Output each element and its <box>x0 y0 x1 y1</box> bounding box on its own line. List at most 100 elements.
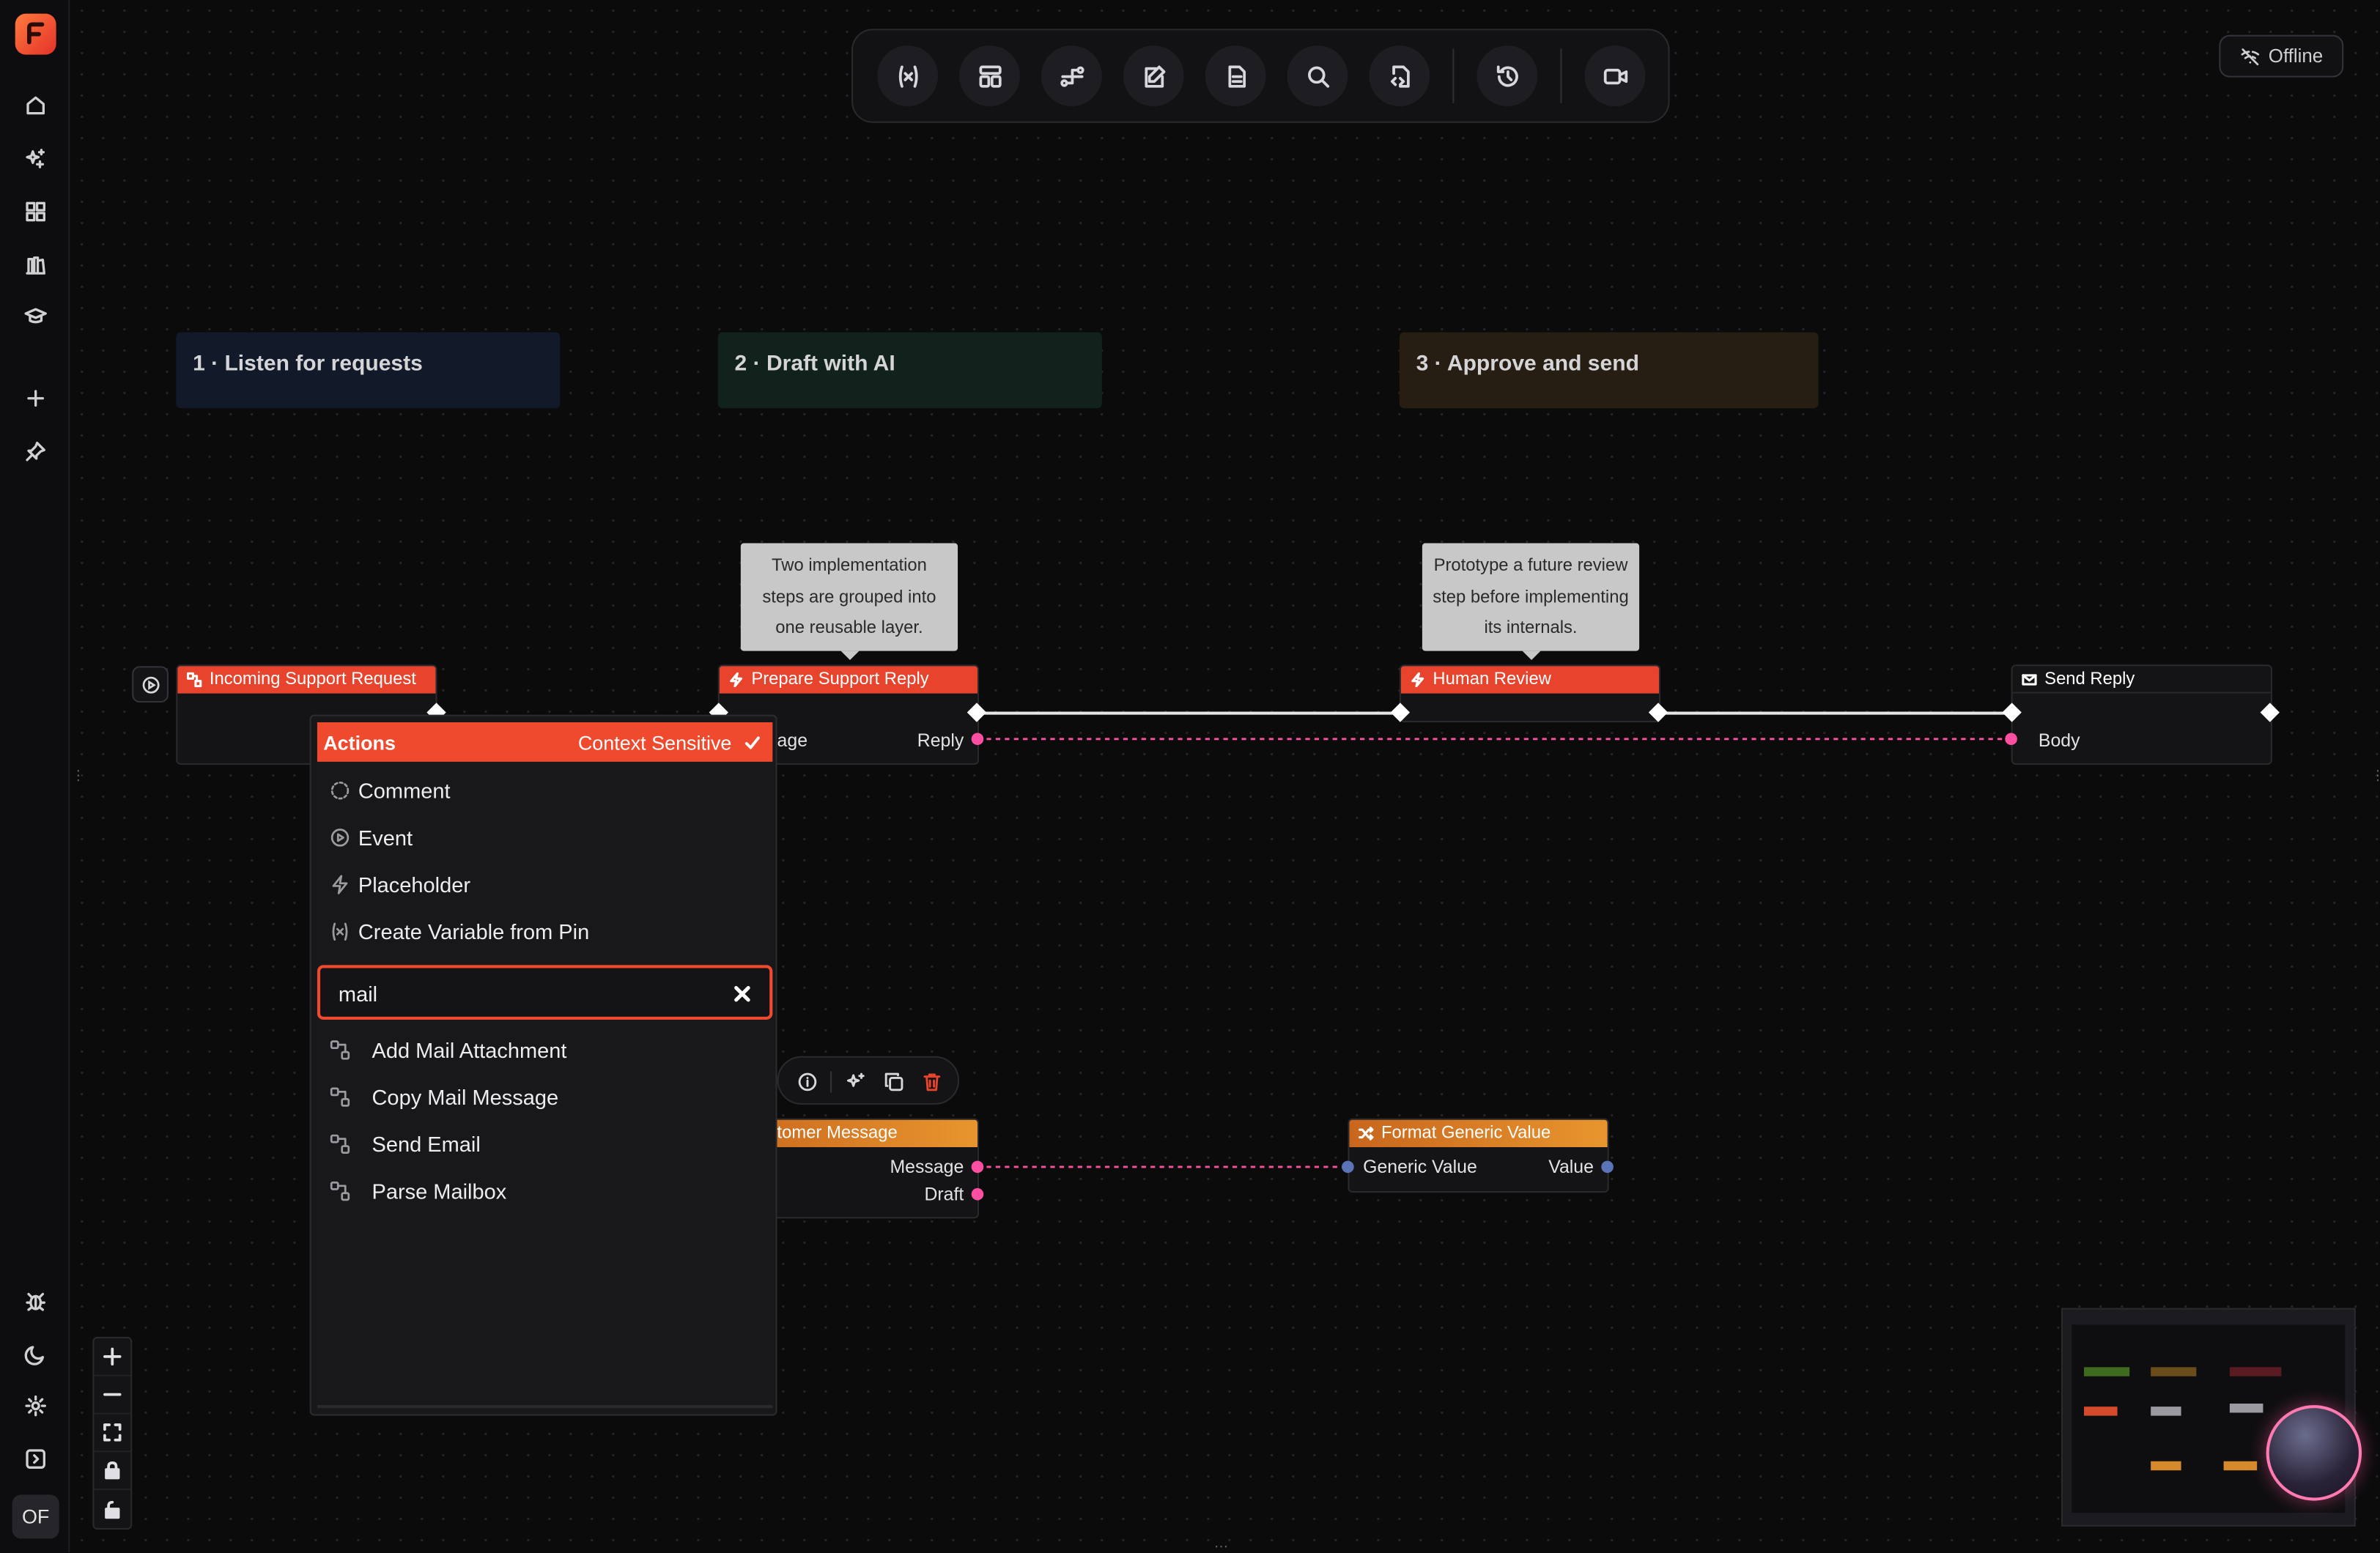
node-format-generic-value[interactable]: Format Generic Value Generic Value Value <box>1348 1118 1609 1193</box>
delete-button[interactable] <box>918 1068 944 1094</box>
menu-item-label: Comment <box>358 778 451 803</box>
library-button[interactable] <box>17 246 53 283</box>
pin-label-draft: Draft <box>924 1183 964 1205</box>
comment-note[interactable]: Two implementation steps are grouped int… <box>740 543 958 661</box>
duplicate-button[interactable] <box>880 1068 906 1094</box>
comment-note[interactable]: Prototype a future review step before im… <box>1422 543 1640 661</box>
video-button[interactable] <box>1584 45 1646 106</box>
pin-button[interactable] <box>17 432 53 469</box>
bottom-resize-handle[interactable]: ⋯ <box>1214 1538 1235 1552</box>
avatar[interactable]: OF <box>12 1494 59 1539</box>
moon-icon <box>23 1345 44 1365</box>
minimap-node <box>2084 1406 2118 1416</box>
search-result-item[interactable]: Parse Mailbox <box>329 1174 506 1208</box>
offline-status-badge[interactable]: Offline <box>2219 34 2344 78</box>
panel-toggle-button[interactable] <box>17 1440 53 1477</box>
node-header: Send Reply <box>2012 666 2271 694</box>
menu-item-create-variable[interactable]: Create Variable from Pin <box>329 915 589 949</box>
data-pin-message[interactable] <box>971 1160 984 1174</box>
ai-assist-button[interactable] <box>843 1068 868 1094</box>
node-human-review[interactable]: Human Review <box>1399 664 1661 722</box>
document-button[interactable] <box>1205 45 1266 106</box>
library-icon <box>25 256 45 274</box>
data-pin-draft[interactable] <box>971 1187 984 1201</box>
run-event-button[interactable] <box>132 666 169 703</box>
result-label: Parse Mailbox <box>372 1179 507 1204</box>
node-action-bar <box>777 1056 960 1105</box>
pin-label-message: Message <box>890 1156 964 1178</box>
comment-text: Two implementation steps are grouped int… <box>762 557 936 637</box>
variables-button[interactable] <box>877 45 939 106</box>
group-title: 2 · Draft with AI <box>734 352 895 377</box>
settings-button[interactable] <box>17 1387 53 1423</box>
minimap-node <box>2229 1404 2263 1413</box>
add-button[interactable] <box>17 379 53 416</box>
gear-icon <box>24 1394 45 1416</box>
app-logo[interactable] <box>15 13 56 55</box>
minus-icon <box>103 1393 122 1396</box>
graduation-cap-icon <box>23 307 46 323</box>
data-pin-generic-value[interactable] <box>1342 1160 1354 1174</box>
ai-button[interactable] <box>17 140 53 177</box>
group-title: 3 · Approve and send <box>1416 352 1639 377</box>
data-pin-body[interactable] <box>2005 733 2017 746</box>
group-listen[interactable]: 1 · Listen for requests <box>176 332 561 409</box>
data-pin-reply[interactable] <box>971 733 984 746</box>
learn-button[interactable] <box>17 297 53 334</box>
node-link-icon <box>330 1134 350 1154</box>
debug-button[interactable] <box>17 1282 53 1319</box>
minimap-node <box>2151 1461 2181 1471</box>
search-button[interactable] <box>1287 45 1348 106</box>
group-approve[interactable]: 3 · Approve and send <box>1399 332 1819 409</box>
plus-icon <box>103 1347 122 1366</box>
lock-button[interactable] <box>94 1452 131 1491</box>
group-draft[interactable]: 2 · Draft with AI <box>717 332 1102 409</box>
search-icon <box>1307 65 1329 87</box>
action-search-input[interactable] <box>338 979 703 1009</box>
node-header: Format Generic Value <box>1349 1119 1608 1147</box>
notes-button[interactable] <box>1123 45 1184 106</box>
play-icon <box>141 675 159 693</box>
fit-view-button[interactable] <box>94 1415 131 1453</box>
pin-label-message: age <box>777 730 808 752</box>
node-send-reply[interactable]: Send Reply Body <box>2011 664 2272 765</box>
layout-icon <box>978 64 1001 87</box>
info-button[interactable] <box>794 1068 819 1094</box>
unlock-button[interactable] <box>94 1490 130 1528</box>
layout-button[interactable] <box>959 45 1020 106</box>
home-button[interactable] <box>17 86 53 123</box>
code-file-button[interactable] <box>1369 45 1430 106</box>
menu-item-label: Create Variable from Pin <box>358 919 590 944</box>
variable-icon <box>332 922 348 941</box>
assistant-orb-button[interactable] <box>2266 1405 2362 1501</box>
clear-search-button[interactable] <box>733 983 751 1002</box>
left-resize-handle[interactable]: ⋮ <box>71 768 85 783</box>
unlock-icon <box>105 1500 120 1519</box>
node-header: Human Review <box>1400 666 1660 694</box>
action-divider <box>830 1071 832 1093</box>
apps-button[interactable] <box>17 193 53 229</box>
mail-icon <box>2022 673 2037 685</box>
action-search-box <box>317 965 773 1020</box>
menu-item-placeholder[interactable]: Placeholder <box>329 868 470 902</box>
comment-icon <box>330 781 350 800</box>
flow-button[interactable] <box>1041 45 1102 106</box>
node-title: Prepare Support Reply <box>751 670 929 689</box>
data-pin-value[interactable] <box>1601 1160 1614 1174</box>
menu-item-comment[interactable]: Comment <box>329 774 451 807</box>
context-sensitive-toggle[interactable]: Context Sensitive <box>578 730 761 753</box>
minimap-node <box>2229 1367 2282 1376</box>
actions-popup-title: Actions <box>323 730 396 754</box>
minimap-node <box>2223 1461 2258 1471</box>
zoom-out-button[interactable] <box>94 1376 131 1415</box>
menu-item-event[interactable]: Event <box>329 821 413 855</box>
bolt-icon <box>1411 672 1424 688</box>
search-result-item[interactable]: Add Mail Attachment <box>329 1034 566 1067</box>
history-button[interactable] <box>1477 45 1538 106</box>
right-resize-handle[interactable]: ⋮ <box>2371 768 2380 783</box>
theme-button[interactable] <box>17 1335 53 1372</box>
pin-label-reply: Reply <box>917 730 964 752</box>
search-result-item[interactable]: Copy Mail Message <box>329 1081 558 1114</box>
search-result-item[interactable]: Send Email <box>329 1127 481 1161</box>
zoom-in-button[interactable] <box>94 1338 131 1376</box>
